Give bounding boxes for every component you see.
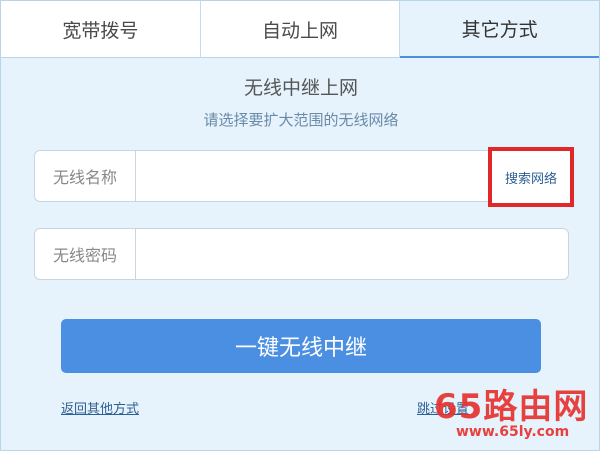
watermark-url: www.65ly.com [456,424,570,440]
password-field: 无线密码 [34,228,569,280]
page-title: 无线中继上网 [243,77,358,99]
ssid-label: 无线名称 [35,151,136,201]
tab-bar: 宽带拨号 自动上网 其它方式 [1,1,600,58]
tab-dhcp[interactable]: 自动上网 [200,1,401,58]
password-input[interactable] [136,229,568,279]
watermark-brand: 65路由网 [434,387,589,427]
page-subtitle: 请选择要扩大范围的无线网络 [203,111,399,129]
wizard-panel: 宽带拨号 自动上网 其它方式 无线中继上网 请选择要扩大范围的无线网络 无线名称… [0,0,600,451]
one-click-repeater-button[interactable]: 一键无线中继 [61,319,541,373]
password-label: 无线密码 [35,229,136,279]
search-network-button[interactable]: 搜索网络 [488,147,574,207]
tab-pppoe[interactable]: 宽带拨号 [1,1,201,58]
tab-other-methods[interactable]: 其它方式 [400,1,600,58]
back-to-other-methods-link[interactable]: 返回其他方式 [61,398,139,417]
